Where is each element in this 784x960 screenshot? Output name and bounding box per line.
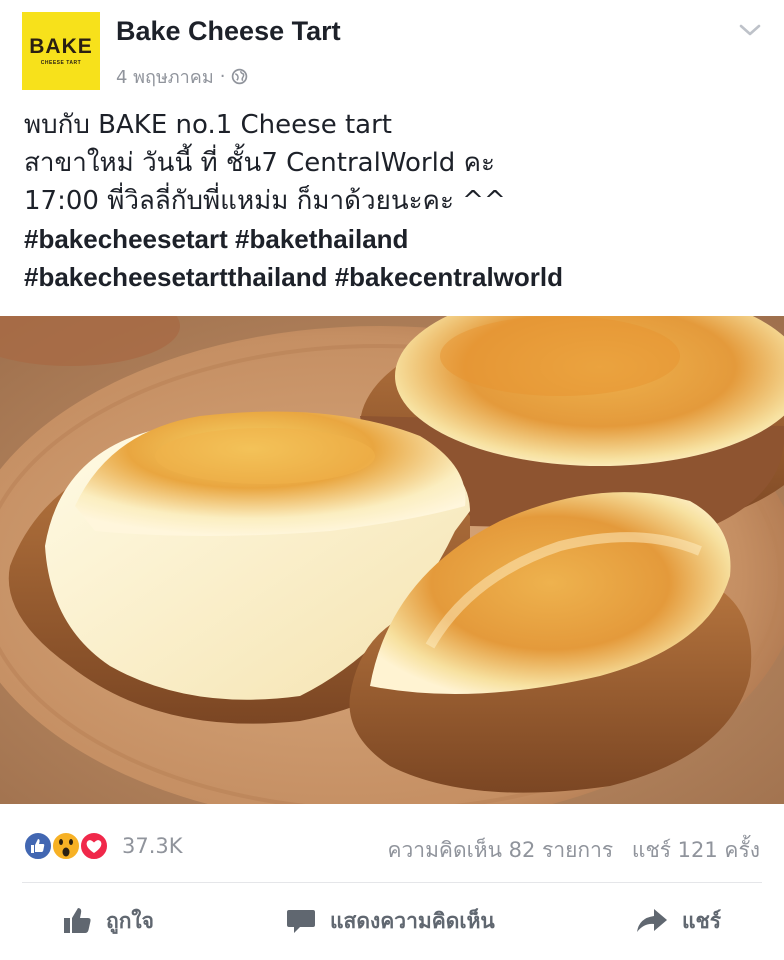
post-meta: 4 พฤษภาคม ·	[116, 62, 248, 91]
post-timestamp[interactable]: 4 พฤษภาคม	[116, 62, 214, 91]
meta-separator: ·	[219, 66, 226, 87]
post-text-line: สาขาใหม่ วันนี้ ที่ ชั้น7 CentralWorld ค…	[24, 148, 495, 178]
comment-button[interactable]: แสดงความคิดเห็น	[286, 886, 495, 956]
hashtag-line[interactable]: #bakecheesetart #bakethailand	[24, 220, 764, 258]
love-icon	[79, 831, 109, 861]
avatar-logo-text: BAKE	[29, 35, 93, 58]
avatar-logo-subtext: CHEESE TART	[40, 60, 82, 66]
like-label: ถูกใจ	[106, 908, 154, 933]
like-button[interactable]: ถูกใจ	[62, 886, 154, 956]
globe-icon	[232, 68, 248, 85]
share-label: แชร์	[682, 908, 722, 933]
comment-icon	[287, 910, 315, 933]
page-avatar[interactable]: BAKE CHEESE TART	[22, 12, 100, 90]
post-actions: ถูกใจ แสดงความคิดเห็น แชร์	[0, 886, 784, 960]
comment-label: แสดงความคิดเห็น	[330, 908, 495, 933]
like-icon	[23, 831, 53, 861]
thumbs-up-icon	[64, 908, 91, 933]
post-message: พบกับ BAKE no.1 Cheese tart สาขาใหม่ วัน…	[24, 106, 764, 296]
actions-divider	[22, 882, 762, 883]
reaction-count[interactable]: 37.3K	[122, 834, 183, 858]
cheese-tart-photo	[0, 316, 784, 804]
share-count-link[interactable]: แชร์ 121 ครั้ง	[632, 838, 760, 862]
post-text-line: 17:00 พี่วิลลี่กับพี่แหม่ม ก็มาด้วยนะคะ …	[24, 186, 506, 216]
hashtag-line[interactable]: #bakecheesetartthailand #bakecentralworl…	[24, 258, 764, 296]
chevron-down-icon[interactable]	[738, 22, 762, 38]
reaction-icons[interactable]	[22, 830, 116, 862]
engagement-summary: ความคิดเห็น 82 รายการ แชร์ 121 ครั้ง	[387, 834, 760, 867]
reactions-bar: 37.3K ความคิดเห็น 82 รายการ แชร์ 121 ครั…	[0, 816, 784, 876]
comment-count-link[interactable]: ความคิดเห็น 82 รายการ	[387, 838, 613, 862]
post-photo[interactable]	[0, 316, 784, 804]
page-name-link[interactable]: Bake Cheese Tart	[116, 16, 341, 47]
wow-icon	[51, 831, 81, 861]
post-header: BAKE CHEESE TART Bake Cheese Tart 4 พฤษภ…	[0, 0, 784, 100]
share-arrow-icon	[637, 909, 667, 932]
post-text-line: พบกับ BAKE no.1 Cheese tart	[24, 110, 392, 140]
facebook-post: BAKE CHEESE TART Bake Cheese Tart 4 พฤษภ…	[0, 0, 784, 960]
share-button[interactable]: แชร์	[636, 886, 721, 956]
